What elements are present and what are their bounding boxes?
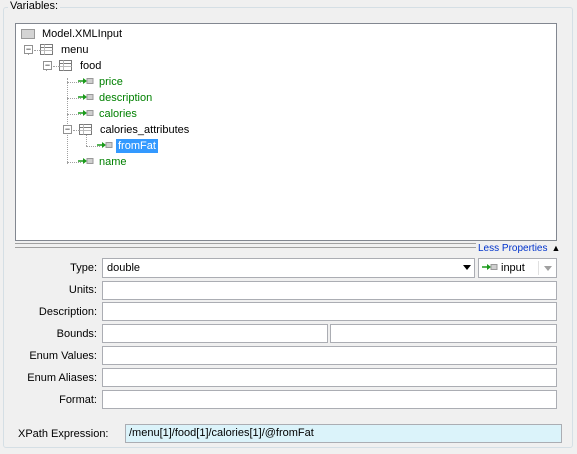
tree-node-label: name	[99, 156, 127, 168]
calories-attributes-collapse-toggle[interactable]: −	[63, 125, 72, 134]
input-variable-icon	[97, 140, 113, 152]
table-icon	[59, 60, 73, 72]
tree-node-calories-attributes[interactable]: calories_attributes	[79, 122, 191, 138]
enum-values-label: Enum Values:	[29, 350, 97, 362]
bounds-label: Bounds:	[56, 328, 97, 340]
collapse-up-icon: ▲	[551, 243, 561, 253]
tree-node-fromfat[interactable]: fromFat	[97, 138, 158, 154]
type-select-value: double	[107, 262, 141, 274]
model-icon	[21, 29, 35, 39]
tree-node-label: calories_attributes	[100, 124, 190, 136]
direction-select-value: input	[501, 262, 525, 274]
less-properties-label: Less Properties	[478, 243, 548, 254]
type-select[interactable]: double	[102, 258, 475, 278]
variables-tree[interactable]: − − − Model.XMLInput menu food price des…	[15, 23, 557, 241]
format-label: Format:	[59, 394, 97, 406]
tree-node-menu[interactable]: menu	[40, 42, 91, 58]
format-field[interactable]	[102, 390, 557, 409]
chevron-down-icon	[463, 265, 471, 270]
table-icon	[79, 124, 93, 136]
direction-select[interactable]: input	[478, 258, 557, 278]
tree-node-label: food	[80, 60, 102, 72]
enum-aliases-field[interactable]	[102, 368, 557, 387]
input-variable-icon	[78, 92, 94, 104]
input-direction-icon	[482, 262, 498, 274]
tree-line	[67, 78, 68, 164]
tree-node-label-selected: fromFat	[116, 139, 158, 153]
tree-node-root[interactable]: Model.XMLInput	[21, 26, 124, 42]
tree-node-food[interactable]: food	[59, 58, 103, 74]
table-icon	[40, 44, 54, 56]
tree-node-calories[interactable]: calories	[78, 106, 139, 122]
input-variable-icon	[78, 156, 94, 168]
tree-node-label: price	[99, 76, 123, 88]
input-variable-icon	[78, 76, 94, 88]
bounds-min-field[interactable]	[102, 324, 328, 343]
description-label: Description:	[38, 306, 97, 318]
chevron-down-icon	[544, 266, 552, 271]
bounds-max-field[interactable]	[330, 324, 557, 343]
food-collapse-toggle[interactable]: −	[43, 61, 52, 70]
input-variable-icon	[78, 108, 94, 120]
enum-values-field[interactable]	[102, 346, 557, 365]
less-properties-link[interactable]: Less Properties ▲	[476, 243, 563, 254]
units-label: Units:	[68, 284, 97, 296]
menu-collapse-toggle[interactable]: −	[24, 45, 33, 54]
tree-node-label: Model.XMLInput	[42, 28, 123, 40]
enum-aliases-label: Enum Aliases:	[27, 372, 97, 384]
tree-node-label: menu	[61, 44, 89, 56]
units-field[interactable]	[102, 281, 557, 300]
description-field[interactable]	[102, 302, 557, 321]
tree-node-name[interactable]: name	[78, 154, 129, 170]
xpath-expression-field[interactable]: /menu[1]/food[1]/calories[1]/@fromFat	[125, 424, 562, 443]
variables-group-title: Variables:	[8, 0, 61, 12]
tree-node-label: calories	[99, 108, 137, 120]
type-label: Type:	[70, 262, 97, 274]
tree-node-label: description	[99, 92, 153, 104]
xpath-label: XPath Expression:	[18, 428, 109, 440]
tree-node-description[interactable]: description	[78, 90, 154, 106]
select-separator	[538, 261, 539, 275]
tree-node-price[interactable]: price	[78, 74, 125, 90]
